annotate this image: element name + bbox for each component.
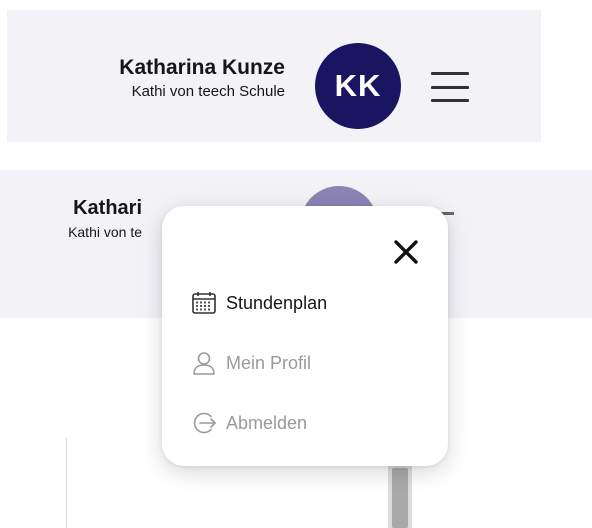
user-menu-popup: Stundenplan Mein Profil Abmelden xyxy=(162,206,448,466)
menu-item-stundenplan[interactable]: Stundenplan xyxy=(190,289,327,317)
scrollbar-thumb[interactable] xyxy=(392,468,408,528)
menu-item-label: Abmelden xyxy=(226,412,308,433)
user-icon xyxy=(190,349,218,377)
logout-icon xyxy=(190,409,218,437)
calendar-icon xyxy=(190,289,218,317)
user-info: Katharina Kunze Kathi von teech Schule xyxy=(119,56,285,102)
menu-item-label: Stundenplan xyxy=(226,292,328,313)
content-divider xyxy=(66,438,67,528)
menu-item-mein-profil[interactable]: Mein Profil xyxy=(190,349,311,377)
user-school-open: Kathi von te xyxy=(68,224,142,240)
hamburger-menu-icon[interactable] xyxy=(431,72,469,102)
menu-item-label: Mein Profil xyxy=(226,352,312,373)
close-icon[interactable] xyxy=(390,236,422,268)
menu-item-abmelden[interactable]: Abmelden xyxy=(190,409,307,437)
user-info-open: Kathari Kathi von te xyxy=(68,196,142,242)
app-header: Katharina Kunze Kathi von teech Schule K… xyxy=(7,10,541,142)
user-name: Katharina Kunze xyxy=(119,56,285,79)
user-school: Kathi von teech Schule xyxy=(131,83,285,100)
user-name-open: Kathari xyxy=(73,197,142,219)
avatar[interactable]: KK xyxy=(315,43,401,129)
page: Katharina Kunze Kathi von teech Schule K… xyxy=(0,0,592,528)
